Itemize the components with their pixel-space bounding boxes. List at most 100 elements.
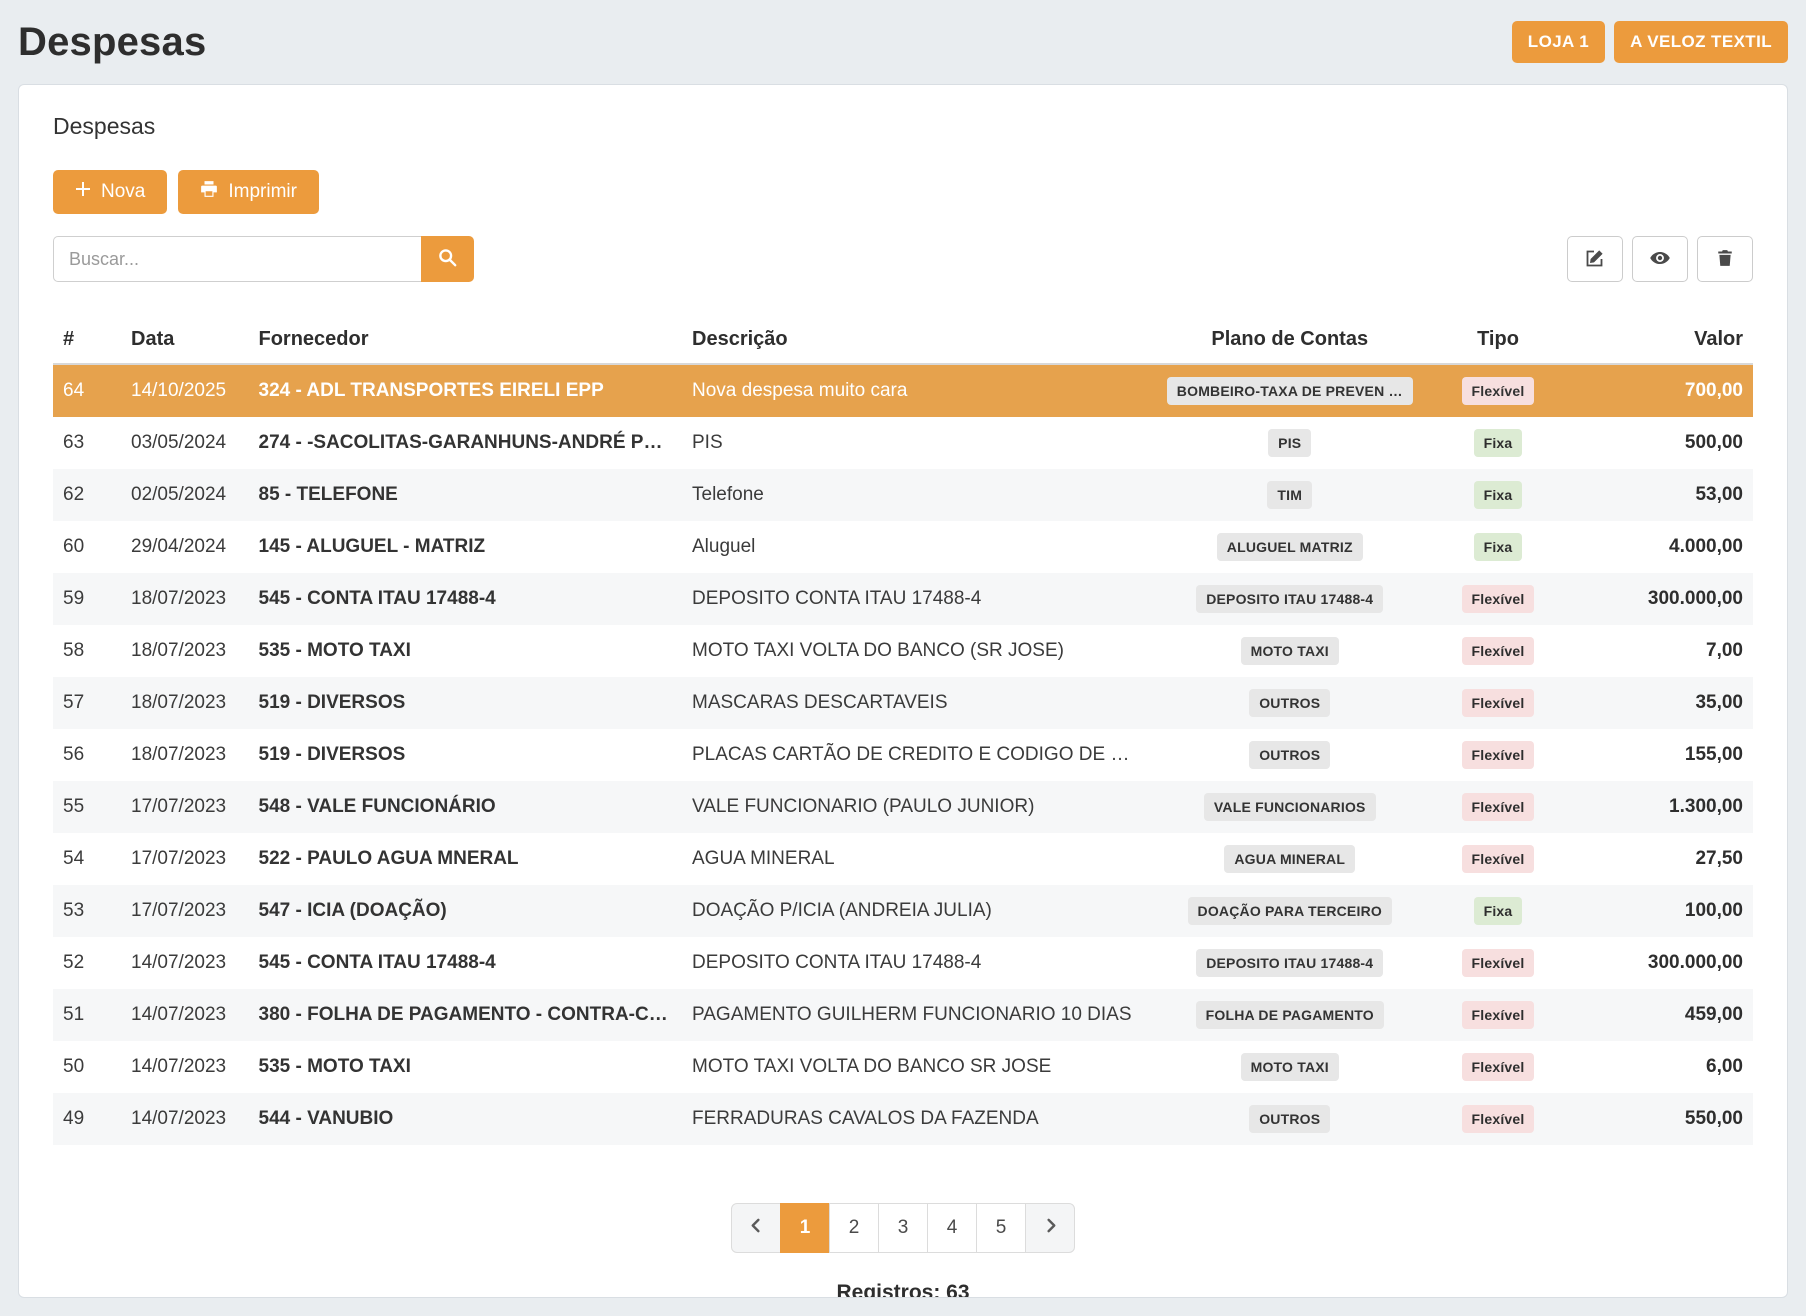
type-badge: Flexível (1462, 845, 1535, 873)
row-account-cell: PIS (1150, 417, 1431, 469)
pagination-next[interactable] (1025, 1203, 1075, 1253)
row-supplier: 519 - DIVERSOS (249, 729, 683, 781)
table-row[interactable]: 5014/07/2023535 - MOTO TAXIMOTO TAXI VOL… (53, 1041, 1753, 1093)
row-id: 60 (53, 521, 121, 573)
row-date: 18/07/2023 (121, 573, 249, 625)
row-description: PIS (682, 417, 1150, 469)
row-value: 27,50 (1566, 833, 1753, 885)
account-badge: TIM (1267, 481, 1312, 509)
row-date: 17/07/2023 (121, 781, 249, 833)
row-account-cell: TIM (1150, 469, 1431, 521)
view-button[interactable] (1632, 236, 1688, 282)
type-badge: Flexível (1462, 741, 1535, 769)
type-badge: Flexível (1462, 1105, 1535, 1133)
row-date: 02/05/2024 (121, 469, 249, 521)
table-row[interactable]: 6414/10/2025324 - ADL TRANSPORTES EIRELI… (53, 364, 1753, 417)
plus-icon (75, 181, 91, 203)
table-row[interactable]: 5618/07/2023519 - DIVERSOSPLACAS CARTÃO … (53, 729, 1753, 781)
row-date: 18/07/2023 (121, 729, 249, 781)
type-badge: Flexível (1462, 793, 1535, 821)
row-type-cell: Fixa (1430, 521, 1566, 573)
account-badge: MOTO TAXI (1241, 1053, 1339, 1081)
table-row[interactable]: 5417/07/2023522 - PAULO AGUA MNERALAGUA … (53, 833, 1753, 885)
row-type-cell: Flexível (1430, 1093, 1566, 1145)
col-supplier: Fornecedor (249, 316, 683, 364)
account-badge: AGUA MINERAL (1224, 845, 1355, 873)
table-row[interactable]: 5818/07/2023535 - MOTO TAXIMOTO TAXI VOL… (53, 625, 1753, 677)
search-icon (438, 248, 457, 270)
row-supplier: 324 - ADL TRANSPORTES EIRELI EPP (249, 364, 683, 417)
chevron-right-icon (1043, 1217, 1058, 1239)
col-id: # (53, 316, 121, 364)
search-button[interactable] (421, 236, 474, 282)
row-id: 57 (53, 677, 121, 729)
print-button[interactable]: Imprimir (178, 170, 319, 214)
row-id: 55 (53, 781, 121, 833)
new-expense-button[interactable]: Nova (53, 170, 167, 214)
account-badge: OUTROS (1249, 1105, 1330, 1133)
table-row[interactable]: 6202/05/202485 - TELEFONETelefoneTIMFixa… (53, 469, 1753, 521)
row-date: 18/07/2023 (121, 625, 249, 677)
row-id: 52 (53, 937, 121, 989)
store-button[interactable]: LOJA 1 (1512, 21, 1605, 63)
eye-icon (1649, 247, 1671, 272)
search-group (53, 236, 474, 282)
card-title: Despesas (53, 113, 1753, 140)
row-id: 62 (53, 469, 121, 521)
row-type-cell: Flexível (1430, 937, 1566, 989)
row-date: 29/04/2024 (121, 521, 249, 573)
row-description: MOTO TAXI VOLTA DO BANCO (SR JOSE) (682, 625, 1150, 677)
row-supplier: 544 - VANUBIO (249, 1093, 683, 1145)
row-type-cell: Flexível (1430, 677, 1566, 729)
row-description: FERRADURAS CAVALOS DA FAZENDA (682, 1093, 1150, 1145)
expenses-table-body: 6414/10/2025324 - ADL TRANSPORTES EIRELI… (53, 364, 1753, 1145)
pagination-page-3[interactable]: 3 (878, 1203, 928, 1253)
table-row[interactable]: 5517/07/2023548 - VALE FUNCIONÁRIOVALE F… (53, 781, 1753, 833)
row-description: DEPOSITO CONTA ITAU 17488-4 (682, 937, 1150, 989)
row-account-cell: VALE FUNCIONARIOS (1150, 781, 1431, 833)
pagination-page-5[interactable]: 5 (976, 1203, 1026, 1253)
row-value: 7,00 (1566, 625, 1753, 677)
expenses-table: # Data Fornecedor Descrição Plano de Con… (53, 316, 1753, 1145)
table-row[interactable]: 5214/07/2023545 - CONTA ITAU 17488-4DEPO… (53, 937, 1753, 989)
table-row[interactable]: 5918/07/2023545 - CONTA ITAU 17488-4DEPO… (53, 573, 1753, 625)
table-row[interactable]: 5317/07/2023547 - ICIA (DOAÇÃO)DOAÇÃO P/… (53, 885, 1753, 937)
row-value: 53,00 (1566, 469, 1753, 521)
pagination-page-4[interactable]: 4 (927, 1203, 977, 1253)
row-description: VALE FUNCIONARIO (PAULO JUNIOR) (682, 781, 1150, 833)
row-account-cell: OUTROS (1150, 677, 1431, 729)
table-row[interactable]: 5114/07/2023380 - FOLHA DE PAGAMENTO - C… (53, 989, 1753, 1041)
trash-icon (1716, 249, 1734, 270)
toolbar: Nova Imprimir (53, 170, 1753, 214)
row-id: 49 (53, 1093, 121, 1145)
row-description: MOTO TAXI VOLTA DO BANCO SR JOSE (682, 1041, 1150, 1093)
pagination-page-1[interactable]: 1 (780, 1203, 830, 1253)
row-date: 18/07/2023 (121, 677, 249, 729)
expenses-card: Despesas Nova Imprimir (18, 84, 1788, 1298)
row-supplier: 548 - VALE FUNCIONÁRIO (249, 781, 683, 833)
type-badge: Fixa (1474, 533, 1523, 561)
row-id: 64 (53, 364, 121, 417)
row-type-cell: Flexível (1430, 1041, 1566, 1093)
search-input[interactable] (53, 236, 421, 282)
row-type-cell: Fixa (1430, 885, 1566, 937)
edit-button[interactable] (1567, 236, 1623, 282)
delete-button[interactable] (1697, 236, 1753, 282)
table-row[interactable]: 4914/07/2023544 - VANUBIOFERRADURAS CAVA… (53, 1093, 1753, 1145)
row-value: 459,00 (1566, 989, 1753, 1041)
row-supplier: 145 - ALUGUEL - MATRIZ (249, 521, 683, 573)
row-value: 100,00 (1566, 885, 1753, 937)
row-account-cell: MOTO TAXI (1150, 1041, 1431, 1093)
table-row[interactable]: 6029/04/2024145 - ALUGUEL - MATRIZAlugue… (53, 521, 1753, 573)
pagination-prev[interactable] (731, 1203, 781, 1253)
row-description: MASCARAS DESCARTAVEIS (682, 677, 1150, 729)
row-type-cell: Fixa (1430, 469, 1566, 521)
account-badge: DEPOSITO ITAU 17488-4 (1196, 585, 1383, 613)
company-button[interactable]: A VELOZ TEXTIL (1614, 21, 1788, 63)
pagination-pages: 12345 (781, 1203, 1026, 1253)
pagination-page-2[interactable]: 2 (829, 1203, 879, 1253)
account-badge: DEPOSITO ITAU 17488-4 (1196, 949, 1383, 977)
row-supplier: 522 - PAULO AGUA MNERAL (249, 833, 683, 885)
table-row[interactable]: 5718/07/2023519 - DIVERSOSMASCARAS DESCA… (53, 677, 1753, 729)
table-row[interactable]: 6303/05/2024274 - -SACOLITAS-GARANHUNS-A… (53, 417, 1753, 469)
